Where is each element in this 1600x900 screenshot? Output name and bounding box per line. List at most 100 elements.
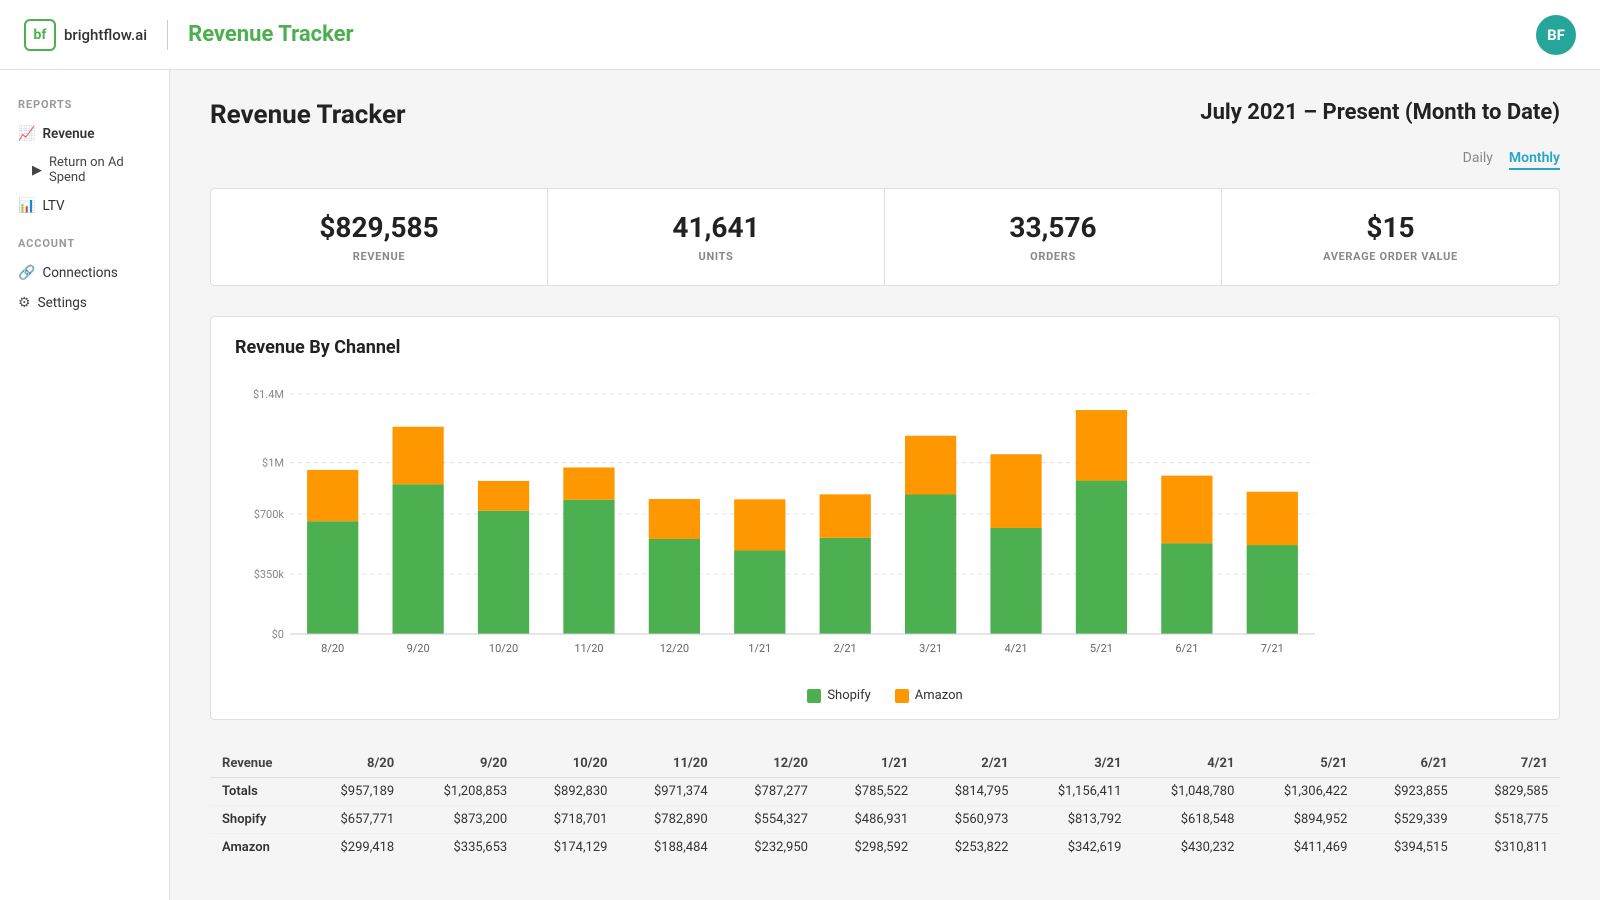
table-cell: $335,653 xyxy=(406,834,519,862)
chart-icon: 📈 xyxy=(18,126,35,142)
table-cell: $299,418 xyxy=(306,834,406,862)
svg-text:5/21: 5/21 xyxy=(1090,642,1113,655)
chart-container: $0$350k$700k$1M$1.4M8/209/2010/2011/2012… xyxy=(235,374,1535,678)
table-cell: $394,515 xyxy=(1359,834,1459,862)
revenue-chart-svg: $0$350k$700k$1M$1.4M8/209/2010/2011/2012… xyxy=(235,374,1335,674)
sidebar: REPORTS 📈 Revenue ▶ Return on Ad Spend 📊… xyxy=(0,70,170,900)
table-cell: $1,048,780 xyxy=(1133,778,1246,806)
kpi-orders: 33,576 ORDERS xyxy=(885,189,1222,285)
reports-section-label: REPORTS xyxy=(0,98,169,119)
table-cell: $430,232 xyxy=(1133,834,1246,862)
svg-text:$1M: $1M xyxy=(262,457,284,470)
table-row: Shopify$657,771$873,200$718,701$782,890$… xyxy=(210,806,1560,834)
kpi-revenue-label: REVENUE xyxy=(231,250,527,263)
kpi-units-value: 41,641 xyxy=(568,211,864,244)
logo-area: bf brightflow.ai xyxy=(24,19,147,51)
table-cell: $253,822 xyxy=(920,834,1020,862)
table-cell: $718,701 xyxy=(519,806,619,834)
kpi-aov-label: AVERAGE ORDER VALUE xyxy=(1242,250,1539,263)
svg-text:$350k: $350k xyxy=(254,568,285,581)
svg-text:6/21: 6/21 xyxy=(1175,642,1198,655)
logo-text: brightflow.ai xyxy=(64,26,147,44)
table-cell: $923,855 xyxy=(1359,778,1459,806)
table-col-header-month: 12/20 xyxy=(720,750,820,778)
svg-text:8/20: 8/20 xyxy=(321,642,344,655)
kpi-aov-value: $15 xyxy=(1242,211,1539,244)
chart-title: Revenue By Channel xyxy=(235,337,1535,358)
kpi-revenue: $829,585 REVENUE xyxy=(211,189,548,285)
table-cell: $813,792 xyxy=(1020,806,1133,834)
svg-text:12/20: 12/20 xyxy=(660,642,689,655)
legend-amazon: Amazon xyxy=(895,688,963,703)
table-cell: $829,585 xyxy=(1460,778,1560,806)
sidebar-item-revenue-label: Revenue xyxy=(42,126,94,142)
sidebar-item-settings[interactable]: ⚙ Settings xyxy=(0,288,169,318)
toggle-monthly[interactable]: Monthly xyxy=(1509,150,1560,170)
sidebar-item-connections[interactable]: 🔗 Connections xyxy=(0,258,169,288)
table-cell: $411,469 xyxy=(1246,834,1359,862)
table-cell: $298,592 xyxy=(820,834,920,862)
table-cell: $554,327 xyxy=(720,806,820,834)
svg-text:3/21: 3/21 xyxy=(919,642,942,655)
sidebar-item-ltv[interactable]: 📊 LTV xyxy=(0,191,169,221)
table-cell: $873,200 xyxy=(406,806,519,834)
table-cell: $342,619 xyxy=(1020,834,1133,862)
kpi-revenue-value: $829,585 xyxy=(231,211,527,244)
svg-text:10/20: 10/20 xyxy=(489,642,518,655)
table-cell: $957,189 xyxy=(306,778,406,806)
table-cell: $310,811 xyxy=(1460,834,1560,862)
sidebar-item-roas-label: Return on Ad Spend xyxy=(49,155,151,185)
table-cell: $971,374 xyxy=(619,778,719,806)
data-table: Revenue 8/209/2010/2011/2012/201/212/213… xyxy=(210,750,1560,861)
table-cell: $618,548 xyxy=(1133,806,1246,834)
table-row: Amazon$299,418$335,653$174,129$188,484$2… xyxy=(210,834,1560,862)
kpi-row: $829,585 REVENUE 41,641 UNITS 33,576 ORD… xyxy=(210,188,1560,286)
kpi-orders-value: 33,576 xyxy=(905,211,1201,244)
table-col-header-month: 9/20 xyxy=(406,750,519,778)
table-col-header-month: 11/20 xyxy=(619,750,719,778)
table-cell: $657,771 xyxy=(306,806,406,834)
view-toggle: Daily Monthly xyxy=(210,150,1560,170)
table-cell: $486,931 xyxy=(820,806,920,834)
svg-text:$700k: $700k xyxy=(254,508,285,521)
table-cell: $785,522 xyxy=(820,778,920,806)
table-col-header-month: 5/21 xyxy=(1246,750,1359,778)
connections-icon: 🔗 xyxy=(18,265,35,281)
avatar[interactable]: BF xyxy=(1536,15,1576,55)
shopify-legend-label: Shopify xyxy=(827,688,870,703)
legend-shopify: Shopify xyxy=(807,688,870,703)
chart-legend: Shopify Amazon xyxy=(235,688,1535,703)
layout: REPORTS 📈 Revenue ▶ Return on Ad Spend 📊… xyxy=(0,70,1600,900)
table-cell: $560,973 xyxy=(920,806,1020,834)
table-row: Totals$957,189$1,208,853$892,830$971,374… xyxy=(210,778,1560,806)
table-cell: $814,795 xyxy=(920,778,1020,806)
table-row-label: Totals xyxy=(210,778,306,806)
sidebar-item-roas[interactable]: ▶ Return on Ad Spend xyxy=(0,149,169,191)
svg-text:$0: $0 xyxy=(272,628,284,641)
table-cell: $787,277 xyxy=(720,778,820,806)
shopify-legend-dot xyxy=(807,689,821,703)
table-cell: $529,339 xyxy=(1359,806,1459,834)
logo-icon: bf xyxy=(24,19,56,51)
chart-section: Revenue By Channel $0$350k$700k$1M$1.4M8… xyxy=(210,316,1560,720)
table-cell: $894,952 xyxy=(1246,806,1359,834)
toggle-daily[interactable]: Daily xyxy=(1463,150,1493,170)
table-col-header-month: 3/21 xyxy=(1020,750,1133,778)
svg-text:9/20: 9/20 xyxy=(407,642,430,655)
app-header: bf brightflow.ai Revenue Tracker BF xyxy=(0,0,1600,70)
table-cell: $782,890 xyxy=(619,806,719,834)
table-row-label: Shopify xyxy=(210,806,306,834)
sidebar-item-settings-label: Settings xyxy=(38,295,87,311)
date-range: July 2021 – Present (Month to Date) xyxy=(1200,100,1560,125)
table-row-label: Amazon xyxy=(210,834,306,862)
table-col-header-month: 10/20 xyxy=(519,750,619,778)
main-content: Revenue Tracker July 2021 – Present (Mon… xyxy=(170,70,1600,900)
account-section-label: ACCOUNT xyxy=(0,237,169,258)
settings-icon: ⚙ xyxy=(18,295,31,311)
sidebar-item-revenue[interactable]: 📈 Revenue xyxy=(0,119,169,149)
kpi-units: 41,641 UNITS xyxy=(548,189,885,285)
header-title: Revenue Tracker xyxy=(188,22,353,47)
table-col-header-month: 7/21 xyxy=(1460,750,1560,778)
table-col-header-month: 6/21 xyxy=(1359,750,1459,778)
kpi-aov: $15 AVERAGE ORDER VALUE xyxy=(1222,189,1559,285)
